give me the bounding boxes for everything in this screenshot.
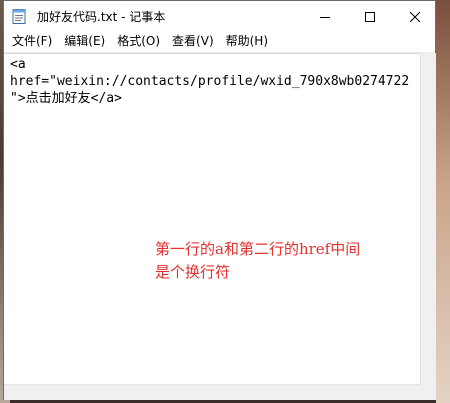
maximize-button[interactable]: [347, 1, 392, 31]
menu-bar: 文件(F) 编辑(E) 格式(O) 查看(V) 帮助(H): [4, 31, 435, 53]
desktop-background-right: [436, 0, 450, 403]
menu-view[interactable]: 查看(V): [166, 31, 220, 52]
notepad-window: 加好友代码.txt - 记事本 文件(F) 编辑(E) 格式(O) 查看(V) …: [3, 0, 436, 400]
menu-help[interactable]: 帮助(H): [220, 31, 274, 52]
minimize-icon: [319, 7, 330, 26]
title-bar[interactable]: 加好友代码.txt - 记事本: [4, 1, 435, 31]
menu-edit[interactable]: 编辑(E): [58, 31, 111, 52]
notepad-icon: [12, 8, 26, 24]
window-title: 加好友代码.txt - 记事本: [37, 10, 166, 24]
editor-line: <a: [10, 57, 26, 72]
editor-line: ">点击加好友</a>: [10, 91, 122, 106]
annotation-line-1: 第一行的a和第二行的href中间: [155, 240, 361, 258]
horizontal-scrollbar[interactable]: [4, 384, 420, 400]
menu-file[interactable]: 文件(F): [4, 31, 58, 52]
annotation-line-2: 是个换行符: [155, 263, 231, 281]
editor-line: href="weixin://contacts/profile/wxid_790…: [10, 74, 410, 89]
vertical-scrollbar[interactable]: [420, 53, 436, 384]
maximize-icon: [364, 7, 375, 26]
close-icon: [409, 7, 420, 26]
menu-format[interactable]: 格式(O): [111, 31, 166, 52]
minimize-button[interactable]: [302, 1, 347, 31]
text-editor-area[interactable]: <a href="weixin://contacts/profile/wxid_…: [4, 53, 420, 384]
close-button[interactable]: [392, 1, 437, 31]
scrollbar-corner: [420, 384, 436, 400]
